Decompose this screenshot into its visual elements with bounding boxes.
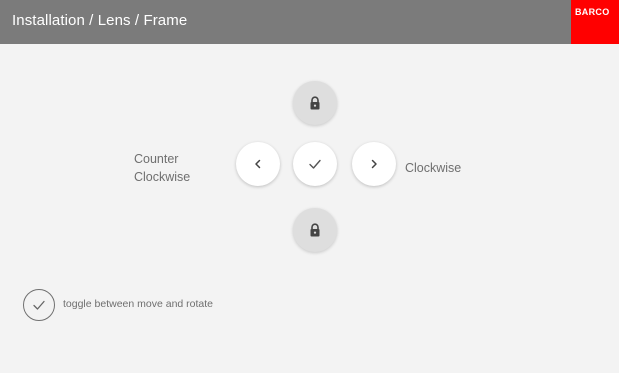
lock-icon bbox=[309, 223, 321, 237]
counter-clockwise-label: Counter Clockwise bbox=[134, 150, 214, 186]
page-title: Installation / Lens / Frame bbox=[12, 12, 188, 29]
clockwise-label: Clockwise bbox=[405, 161, 462, 175]
legend-toggle-icon-circle bbox=[23, 289, 55, 321]
barco-logo: BARCO bbox=[571, 0, 619, 44]
lock-icon bbox=[309, 96, 321, 110]
check-icon bbox=[32, 299, 46, 311]
logo-text: BARCO bbox=[575, 7, 610, 17]
move-up-button[interactable] bbox=[293, 81, 337, 125]
legend-text: toggle between move and rotate bbox=[63, 298, 214, 310]
toggle-mode-button[interactable] bbox=[293, 142, 337, 186]
header-bar: Installation / Lens / Frame BARCO bbox=[0, 0, 619, 44]
check-icon bbox=[308, 158, 322, 170]
counter-clockwise-label-line2: Clockwise bbox=[134, 170, 191, 184]
frame-screen: Installation / Lens / Frame BARCO Counte… bbox=[0, 0, 619, 373]
rotate-clockwise-button[interactable] bbox=[352, 142, 396, 186]
counter-clockwise-label-line1: Counter bbox=[134, 152, 179, 166]
chevron-left-icon bbox=[253, 158, 263, 170]
chevron-right-icon bbox=[369, 158, 379, 170]
content-area: Counter Clockwise Clockwise bbox=[0, 44, 619, 373]
rotate-counter-clockwise-button[interactable] bbox=[236, 142, 280, 186]
move-down-button[interactable] bbox=[293, 208, 337, 252]
